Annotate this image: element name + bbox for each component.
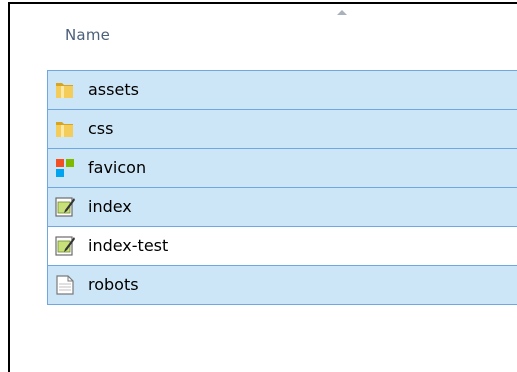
- file-name: index-test: [88, 236, 169, 255]
- folder-icon: [56, 83, 73, 98]
- html-document-icon: [55, 236, 75, 256]
- file-row-assets[interactable]: assets: [47, 70, 517, 109]
- file-row-index[interactable]: index: [47, 187, 517, 226]
- column-header-name[interactable]: Name: [65, 26, 110, 44]
- html-document-icon: [55, 197, 75, 217]
- file-name: assets: [88, 80, 139, 99]
- file-row-robots[interactable]: robots: [47, 265, 517, 305]
- sort-ascending-icon[interactable]: [337, 10, 347, 15]
- file-name: index: [88, 197, 132, 216]
- file-row-index-test[interactable]: index-test: [47, 226, 517, 265]
- folder-icon: [56, 122, 73, 137]
- file-list: assets css favicon index index-test robo…: [47, 70, 517, 305]
- file-row-css[interactable]: css: [47, 109, 517, 148]
- favicon-image-icon: [56, 159, 74, 177]
- column-header-bar: Name: [54, 4, 517, 60]
- file-explorer-pane: Name assets css favicon index index-test…: [8, 2, 517, 372]
- file-name: favicon: [88, 158, 147, 177]
- file-name: css: [88, 119, 114, 138]
- file-name: robots: [88, 275, 139, 294]
- file-row-favicon[interactable]: favicon: [47, 148, 517, 187]
- text-document-icon: [56, 275, 74, 295]
